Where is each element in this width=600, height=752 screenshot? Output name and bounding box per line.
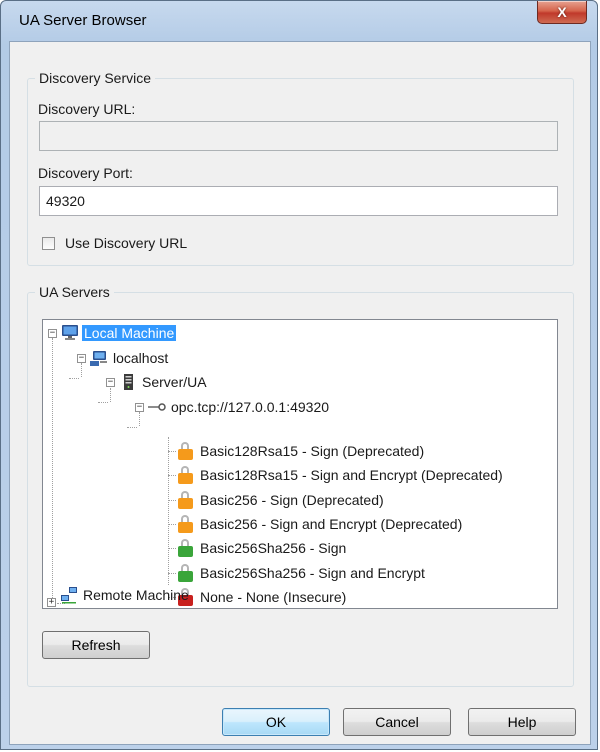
window-title: UA Server Browser — [19, 12, 147, 29]
tree-node-local-machine[interactable]: Local Machine — [61, 323, 177, 343]
policy-label: Basic128Rsa15 - Sign (Deprecated) — [200, 443, 425, 459]
tree-line — [98, 402, 108, 403]
tree-line — [52, 338, 53, 602]
cancel-button[interactable]: Cancel — [343, 708, 451, 736]
tree-line — [168, 548, 176, 549]
tree-node-server[interactable]: Server/UA — [119, 372, 209, 392]
collapse-toggle[interactable]: − — [77, 354, 86, 363]
discovery-port-label: Discovery Port: — [38, 165, 133, 181]
tree-node-remote-machine[interactable]: Remote Machine — [60, 585, 191, 605]
localhost-label: localhost — [113, 350, 169, 366]
tree-node-policy[interactable]: None - None (Insecure) — [177, 587, 348, 607]
tree-line — [168, 573, 176, 574]
server-tree[interactable]: − Local Machine − localhost − Server/UA … — [42, 319, 558, 609]
lock-green-icon — [177, 564, 195, 582]
network-icon — [60, 586, 78, 604]
tree-line — [127, 427, 137, 428]
tree-node-localhost[interactable]: localhost — [90, 348, 170, 368]
close-icon: X — [557, 4, 567, 20]
endpoint-connector-icon — [148, 398, 166, 416]
tree-node-policy[interactable]: Basic256Sha256 - Sign — [177, 538, 348, 558]
lock-orange-icon — [177, 466, 195, 484]
dialog-window: UA Server Browser X Discovery Service Di… — [0, 0, 598, 750]
refresh-button[interactable]: Refresh — [42, 631, 150, 659]
tree-line — [168, 500, 176, 501]
remote-machine-label: Remote Machine — [83, 587, 189, 603]
tree-node-policy[interactable]: Basic128Rsa15 - Sign (Deprecated) — [177, 441, 426, 461]
tree-line — [168, 475, 176, 476]
tree-node-endpoint[interactable]: opc.tcp://127.0.0.1:49320 — [148, 397, 331, 417]
use-discovery-url-label: Use Discovery URL — [65, 235, 188, 251]
collapse-toggle[interactable]: − — [135, 403, 144, 412]
tree-line — [168, 524, 176, 525]
policy-label: Basic256 - Sign and Encrypt (Deprecated) — [200, 516, 463, 532]
computer-icon — [61, 324, 79, 342]
discovery-service-legend: Discovery Service — [35, 70, 156, 86]
tree-node-policy[interactable]: Basic256Sha256 - Sign and Encrypt — [177, 563, 427, 583]
server-label: Server/UA — [142, 374, 207, 390]
help-button[interactable]: Help — [468, 708, 576, 736]
server-icon — [119, 373, 137, 391]
endpoint-label: opc.tcp://127.0.0.1:49320 — [171, 399, 330, 415]
lock-orange-icon — [177, 491, 195, 509]
local-machine-label: Local Machine — [82, 325, 177, 341]
tree-line — [168, 451, 176, 452]
close-button[interactable]: X — [537, 1, 587, 24]
ua-servers-legend: UA Servers — [35, 284, 114, 300]
policy-label: Basic256Sha256 - Sign and Encrypt — [200, 565, 425, 581]
discovery-port-field[interactable]: 49320 — [39, 186, 558, 216]
tree-line — [81, 363, 82, 377]
network-computer-icon — [90, 349, 108, 367]
policy-label: None - None (Insecure) — [200, 589, 347, 605]
discovery-url-label: Discovery URL: — [38, 101, 136, 117]
collapse-toggle[interactable]: − — [106, 378, 115, 387]
dialog-client-area: Discovery Service Discovery URL: Discove… — [9, 41, 591, 745]
discovery-service-group: Discovery Service Discovery URL: Discove… — [27, 70, 574, 266]
tree-line — [110, 388, 111, 402]
collapse-toggle[interactable]: − — [48, 329, 57, 338]
tree-line — [168, 437, 169, 585]
tree-line — [139, 412, 140, 426]
lock-orange-icon — [177, 515, 195, 533]
discovery-url-field[interactable] — [39, 121, 558, 151]
lock-orange-icon — [177, 442, 195, 460]
tree-node-policy[interactable]: Basic256 - Sign and Encrypt (Deprecated) — [177, 514, 464, 534]
policy-label: Basic256Sha256 - Sign — [200, 540, 347, 556]
expand-toggle[interactable]: + — [47, 598, 56, 607]
policy-label: Basic128Rsa15 - Sign and Encrypt (Deprec… — [200, 467, 503, 483]
use-discovery-url-checkbox[interactable] — [42, 237, 55, 250]
tree-line — [69, 378, 79, 379]
title-bar[interactable]: UA Server Browser X — [1, 1, 597, 41]
policy-label: Basic256 - Sign (Deprecated) — [200, 492, 384, 508]
ok-button[interactable]: OK — [222, 708, 330, 736]
lock-green-icon — [177, 539, 195, 557]
tree-node-policy[interactable]: Basic256 - Sign (Deprecated) — [177, 490, 386, 510]
ua-servers-group: UA Servers − Local Machine − localhost −… — [27, 284, 574, 687]
tree-node-policy[interactable]: Basic128Rsa15 - Sign and Encrypt (Deprec… — [177, 465, 505, 485]
